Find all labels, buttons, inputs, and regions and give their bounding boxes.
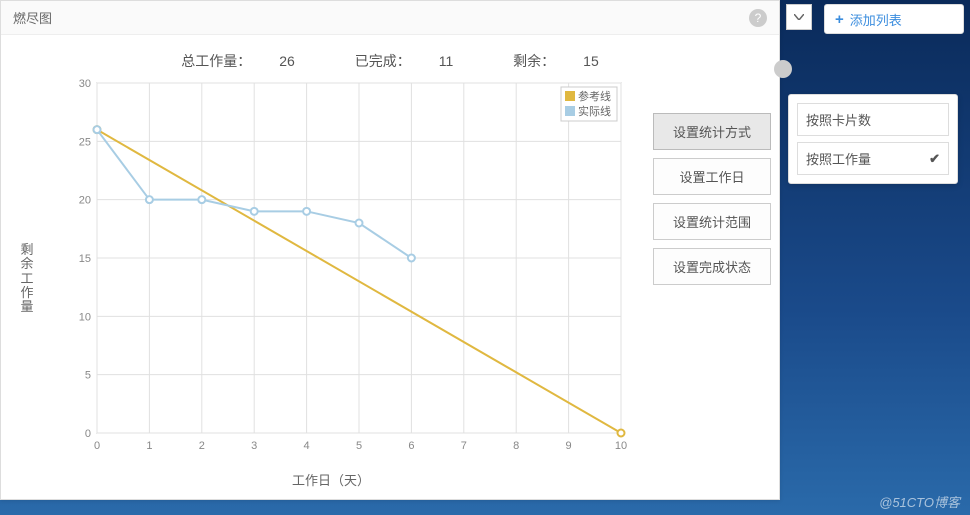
panel-header: 燃尽图 ? (1, 1, 779, 35)
svg-text:20: 20 (79, 195, 91, 207)
settings-option-3[interactable]: 设置完成状态 (653, 248, 771, 285)
popup-item-1[interactable]: 按照工作量✔ (797, 142, 949, 175)
side-badges (778, 60, 788, 78)
add-column-label: 添加列表 (850, 10, 902, 29)
svg-text:10: 10 (615, 440, 627, 452)
x-axis-label: 工作日（天） (292, 470, 370, 489)
svg-text:5: 5 (85, 370, 91, 382)
svg-text:7: 7 (461, 440, 467, 452)
svg-text:1: 1 (146, 440, 152, 452)
svg-text:8: 8 (513, 440, 519, 452)
plus-icon: + (835, 11, 844, 28)
summary-remain: 剩余：15 (499, 53, 613, 69)
summary-done: 已完成：11 (341, 53, 468, 69)
summary-row: 总工作量：26 已完成：11 剩余：15 (21, 51, 759, 71)
svg-text:实际线: 实际线 (578, 104, 611, 118)
y-axis-label: 剩余工作量 (19, 243, 35, 314)
settings-option-1[interactable]: 设置工作日 (653, 158, 771, 195)
add-column-button[interactable]: + 添加列表 (824, 4, 964, 34)
svg-text:2: 2 (199, 440, 205, 452)
badge-dot (774, 60, 792, 78)
svg-text:0: 0 (85, 428, 91, 440)
svg-text:3: 3 (251, 440, 257, 452)
popup-item-0[interactable]: 按照卡片数 (797, 103, 949, 136)
svg-text:5: 5 (356, 440, 362, 452)
chart-area: 剩余工作量 012345678910051015202530参考线实际线 工作日… (31, 73, 631, 483)
svg-text:30: 30 (79, 78, 91, 90)
stat-method-popup: 按照卡片数按照工作量✔ (788, 94, 958, 184)
svg-text:10: 10 (79, 311, 91, 323)
help-icon[interactable]: ? (749, 9, 767, 27)
settings-column: 设置统计方式设置工作日设置统计范围设置完成状态 (653, 113, 771, 285)
svg-text:4: 4 (304, 440, 310, 452)
svg-text:25: 25 (79, 136, 91, 148)
svg-text:6: 6 (408, 440, 414, 452)
svg-text:参考线: 参考线 (578, 89, 611, 103)
burndown-chart: 0 1 2 3 4 5 6 7 8 9 10 0 5 10 15 20 25 30 参考线实际线 (61, 73, 631, 463)
watermark: @51CTO博客 (879, 492, 960, 511)
panel-title: 燃尽图 (13, 8, 52, 27)
settings-option-0[interactable]: 设置统计方式 (653, 113, 771, 150)
chevron-down-icon[interactable] (786, 4, 812, 30)
svg-text:0: 0 (94, 440, 100, 452)
check-icon: ✔ (929, 151, 940, 167)
settings-option-2[interactable]: 设置统计范围 (653, 203, 771, 240)
burndown-panel: 燃尽图 ? 总工作量：26 已完成：11 剩余：15 剩余工作量 0 1 2 3 4 5 6… (0, 0, 780, 500)
svg-text:9: 9 (566, 440, 572, 452)
summary-total: 总工作量：26 (167, 53, 309, 69)
svg-text:15: 15 (79, 253, 91, 265)
